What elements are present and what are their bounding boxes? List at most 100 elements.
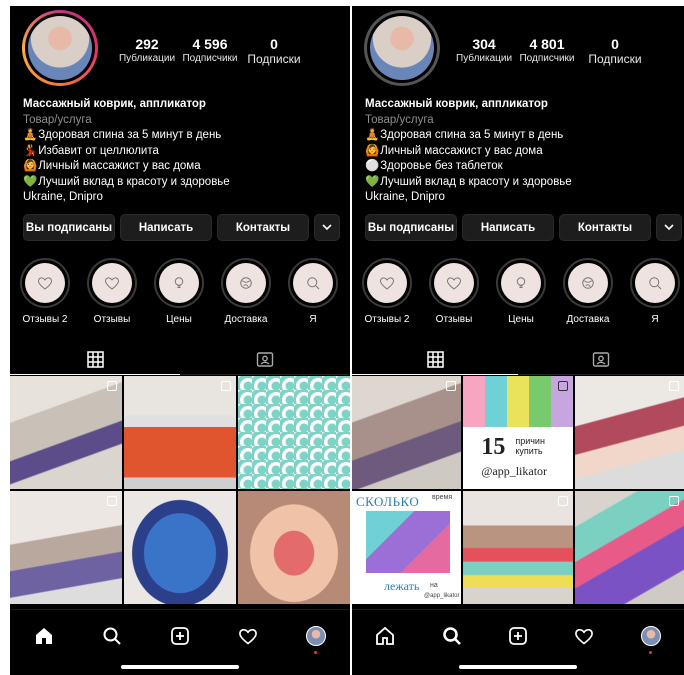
stat-following[interactable]: 0 Подписки [582,36,648,66]
bio-line: 💃 Избавит от целлюлита [23,144,159,157]
heart-icon [575,628,594,645]
heart-outline-icon [379,277,395,290]
stat-posts[interactable]: 292 Публикации [116,36,178,66]
post-thumbnail[interactable] [463,491,573,604]
multi-photo-icon [107,381,117,391]
highlight-reviews[interactable]: Отзывы [429,258,479,325]
story-highlights: Отзывы 2 Отзывы Цены Доставка Я [362,258,680,325]
post-reasons: причин купить [515,436,545,456]
nav-new-post[interactable] [168,624,192,648]
profile-name: Массажный коврик, аппликатор [23,98,206,110]
nav-profile[interactable] [304,624,328,654]
avatar-photo [370,16,434,80]
stat-posts[interactable]: 304 Публикации [456,36,512,66]
heart-outline-icon [37,277,53,290]
post-thumbnail[interactable] [352,376,462,489]
suggest-dropdown-button[interactable] [656,214,682,241]
lightbulb-icon [174,277,184,288]
home-indicator [121,665,239,669]
profile-category: Товар/услуга [23,113,92,126]
profile-location: Ukraine, Dnipro [365,191,445,203]
post-thumbnail[interactable] [238,376,350,489]
profile-screen-2: 304 Публикации 4 801 Подписчики 0 Подпис… [352,6,684,675]
post-thumbnail[interactable] [574,491,684,604]
post-thumbnail[interactable] [10,376,122,489]
home-icon [376,626,395,645]
following-button[interactable]: Вы подписаны [23,214,115,241]
post-handle: @app_likator [481,464,548,478]
nav-profile[interactable] [639,624,663,654]
tab-tagged[interactable] [518,344,684,375]
profile-actions: Вы подписаны Написать Контакты [365,214,682,241]
post-thumbnail[interactable]: 15 причин купить @app_likator [463,376,573,489]
nav-activity[interactable] [236,624,260,648]
message-button[interactable]: Написать [120,214,212,241]
profile-stats: 292 Публикации 4 596 Подписчики 0 Подпис… [116,36,306,66]
heart-outline-icon [446,277,462,290]
home-indicator [459,665,577,669]
tab-grid[interactable] [10,344,180,375]
bio-line: 🙆 Личный массажист у вас дома [23,160,201,172]
highlight-me[interactable]: Я [288,258,338,325]
profile-avatar [306,626,326,646]
search-icon [103,627,121,645]
bottom-nav [10,609,350,662]
highlight-delivery[interactable]: Доставка [563,258,613,325]
nav-search[interactable] [440,624,464,648]
multi-photo-icon [557,381,568,391]
profile-screen-1: 292 Публикации 4 596 Подписчики 0 Подпис… [10,6,350,675]
stat-followers[interactable]: 4 596 Подписчики [178,36,242,66]
contacts-button[interactable]: Контакты [559,214,651,241]
highlight-reviews-2[interactable]: Отзывы 2 [20,258,70,325]
post-time: время [432,494,453,501]
post-thumbnail[interactable]: СКОЛЬКО время лежать на @app_likator [352,491,462,604]
stat-followers[interactable]: 4 801 Подписчики [512,36,582,66]
bio-line: 💚 Лучший вклад в красоту и здоровье [23,175,230,188]
bio-line: ⚪ Здоровье без таблеток [365,160,503,172]
multi-photo-icon [221,381,231,391]
highlight-reviews-2[interactable]: Отзывы 2 [362,258,412,325]
nav-home[interactable] [373,624,397,648]
highlight-reviews[interactable]: Отзывы [87,258,137,325]
post-on: на [430,582,438,589]
following-button[interactable]: Вы подписаны [365,214,457,241]
bio-line: 💚 Лучший вклад в красоту и здоровье [365,175,572,188]
story-highlights: Отзывы 2 Отзывы Цены Доставка Я [20,258,338,325]
tab-tagged[interactable] [180,344,350,375]
profile-tabs [10,344,350,375]
posts-grid: 15 причин купить @app_likator СКОЛЬКО вр… [352,376,684,604]
post-handle-small: @app_likator [424,593,460,599]
nav-activity[interactable] [572,624,596,648]
post-thumbnail[interactable] [124,491,236,604]
new-post-icon [509,627,527,645]
profile-avatar [640,626,661,646]
search-person-icon [649,277,662,290]
highlight-me[interactable]: Я [630,258,680,325]
post-thumbnail[interactable] [238,491,350,604]
bio-line: 🧘 Здоровая спина за 5 минут в день [365,129,564,141]
heart-icon [239,628,257,645]
search-icon [442,627,461,645]
profile-avatar[interactable] [364,10,440,86]
stat-following[interactable]: 0 Подписки [242,36,306,66]
post-thumbnail[interactable] [10,491,122,604]
nav-home[interactable] [32,624,56,648]
nav-new-post[interactable] [506,624,530,648]
highlight-delivery[interactable]: Доставка [221,258,271,325]
message-button[interactable]: Написать [462,214,554,241]
grid-icon [86,350,104,368]
nav-search[interactable] [100,624,124,648]
new-post-icon [171,627,189,645]
lightbulb-icon [516,277,526,288]
contacts-button[interactable]: Контакты [217,214,309,241]
profile-avatar[interactable] [22,10,98,86]
profile-actions: Вы подписаны Написать Контакты [23,214,340,241]
post-thumbnail[interactable] [574,376,684,489]
profile-stats: 304 Публикации 4 801 Подписчики 0 Подпис… [456,36,648,66]
tab-grid[interactable] [352,344,518,375]
suggest-dropdown-button[interactable] [314,214,340,241]
highlight-prices[interactable]: Цены [496,258,546,325]
highlight-prices[interactable]: Цены [154,258,204,325]
post-thumbnail[interactable] [124,376,236,489]
profile-tabs [352,344,684,375]
